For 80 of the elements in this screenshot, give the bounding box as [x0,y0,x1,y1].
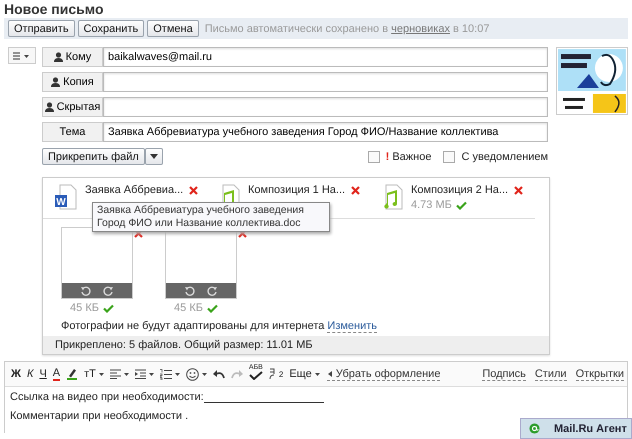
color-button[interactable]: А [50,364,64,384]
editor-link[interactable]: Стили [534,368,567,380]
align-left-icon [110,369,121,379]
toolbar-button[interactable]: Сохранить [78,20,144,37]
caret-icon [124,372,129,376]
drafts-link[interactable]: черновиках [391,22,450,34]
caret-icon [328,370,332,376]
field-label-button[interactable]: Скрытая [42,97,103,117]
italic-button[interactable]: К [24,364,36,384]
agent-bar[interactable]: Mail.Ru Агент [520,418,632,439]
change-link[interactable]: Изменить [327,320,378,333]
caret-icon [148,372,154,376]
marker-icon [66,368,78,380]
autosave-note: Письмо автоматически сохранено в черновиках в 10:07 [204,22,490,34]
undo-icon [212,370,225,378]
at-sign-icon [529,423,540,434]
attach-file-button[interactable]: Прикрепить файл [42,148,145,165]
field-label-button[interactable]: Тема [42,122,103,142]
field-label-button[interactable]: Кому [42,47,103,67]
caret-icon [98,372,104,376]
body-text: Комментарии при необходимости . [10,410,188,422]
filename-tooltip: Заявка Аббревиатура учебного заведения Город ФИО или Название коллектива.doc [92,202,330,232]
menu-icon [12,52,31,60]
file-name: Заявка Аббревиа... [85,184,184,196]
file-name: Композиция 1 На... [248,184,346,196]
numbered-list-icon [160,368,172,380]
caret-icon [174,372,180,376]
body-text: Ссылка на видео при необходимости: [10,391,204,403]
person-icon [54,52,63,62]
file-name: Композиция 2 На... [411,184,508,196]
editor-link[interactable]: Подпись [482,368,526,380]
agent-label: Mail.Ru Агент [554,422,627,434]
caret-icon [202,372,207,376]
editor-link[interactable]: Открытки [576,368,624,380]
bold-button[interactable]: Ж [8,364,24,384]
rotate-left-icon[interactable] [184,284,196,296]
underline-button[interactable]: Ч [36,364,50,384]
rotate-left-icon[interactable] [80,284,92,296]
redo-icon [230,370,243,378]
input-field[interactable]: baikalwaves@mail.ru [102,47,548,67]
delete-icon[interactable] [238,229,247,238]
checkbox-label: С уведомлением [461,150,548,162]
smiley-icon [186,368,199,380]
checkbox[interactable] [368,150,380,162]
delete-icon[interactable] [514,186,524,194]
input-field[interactable] [102,97,548,117]
checkbox-label: Важное [392,150,432,162]
rotate-right-icon[interactable] [102,284,114,296]
rotate-right-icon[interactable] [206,284,218,296]
person-icon [51,77,60,87]
delete-icon[interactable] [189,186,198,194]
input-field[interactable]: Заявка Аббревиатура учебного заведения Город ФИО/Название коллектива [102,122,548,142]
toolbar-button[interactable]: Отправить [8,20,75,37]
menu-button[interactable] [8,47,36,64]
checkbox[interactable] [443,150,456,162]
page-title: Новое письмо [3,0,104,18]
check-icon [102,304,114,312]
attachment-summary: Прикреплено: 5 файлов. Общий размер: 11.01 МБ [43,336,549,354]
check-icon [456,200,467,210]
attach-dropdown-button[interactable] [144,148,163,165]
photo-size: 45 КБ [70,302,99,314]
caret-icon [150,154,158,159]
more-button[interactable]: Еще [286,364,323,384]
translit-button[interactable]: 2 [266,364,286,384]
important-mark: ! [386,150,390,162]
toolbar-button[interactable]: Отмена [147,20,199,37]
field-label-button[interactable]: Копия [42,72,103,92]
person-icon [44,102,54,112]
input-field[interactable] [102,72,548,92]
checkmark-icon [248,371,263,380]
file-size: 4.73 МБ [411,199,452,211]
check-icon [206,304,218,312]
photo-note: Фотографии не будут адаптированы для интернета Изменить [60,319,378,335]
delete-icon[interactable] [351,186,360,194]
delete-icon[interactable] [134,229,143,238]
clear-format-link[interactable]: Убрать оформление [326,368,440,380]
indent-icon [134,369,146,379]
size-button[interactable]: тТ [81,364,107,384]
caret-icon [314,372,320,376]
photo-size: 45 КБ [174,302,203,314]
